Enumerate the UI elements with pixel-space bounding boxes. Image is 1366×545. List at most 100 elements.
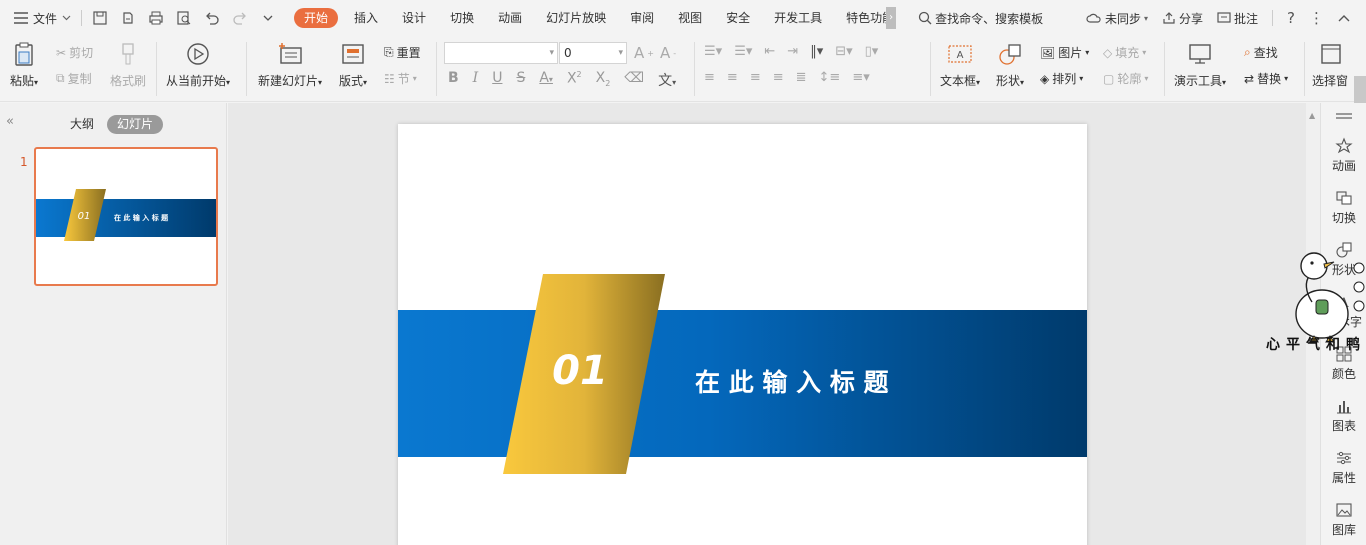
present-tools-button[interactable]: 演示工具▾ [1174, 36, 1226, 89]
file-menu[interactable]: 文件 [14, 10, 71, 27]
align-text-icon[interactable]: ⊟▾ [835, 44, 852, 59]
find-button[interactable]: ⌕ 查找 [1244, 44, 1278, 61]
reset-button[interactable]: ⎘ 重置 [384, 44, 421, 61]
export-pdf-icon[interactable] [120, 10, 136, 26]
tab-insert[interactable]: 插入 [342, 8, 390, 28]
layout-button[interactable]: 版式▾ [339, 36, 367, 89]
tabs-more-button[interactable]: › [886, 7, 897, 29]
play-icon [187, 43, 209, 65]
format-painter-button[interactable]: 格式刷 [110, 36, 146, 89]
arrange-button[interactable]: ◈ 排列 ▾ [1040, 70, 1083, 87]
justify-icon[interactable]: ≡ [773, 70, 784, 85]
sidepanel-chart[interactable]: 图表 [1321, 397, 1366, 434]
sidepanel-animation[interactable]: 动画 [1321, 137, 1366, 174]
save-icon[interactable] [92, 10, 108, 26]
increase-indent-icon[interactable]: ⇥ [787, 44, 798, 59]
slide-number-text[interactable]: 01 [552, 348, 608, 394]
slide-canvas[interactable]: 01 在 此 输 入 标 题 [228, 103, 1306, 545]
slide-title-text[interactable]: 在 此 输 入 标 题 [695, 368, 889, 397]
file-menu-label: 文件 [33, 11, 58, 26]
tab-developer[interactable]: 开发工具 [762, 8, 834, 28]
phonetic-icon[interactable]: 文▾ [658, 70, 676, 90]
tab-slideshow[interactable]: 幻灯片放映 [534, 8, 618, 28]
print-preview-icon[interactable] [176, 10, 192, 26]
scroll-up-icon[interactable]: ▲ [1309, 111, 1315, 120]
share-button[interactable]: 分享 [1162, 10, 1203, 27]
replace-button[interactable]: ⇄ 替换 ▾ [1244, 70, 1288, 87]
strikethrough-icon[interactable]: S [516, 70, 525, 90]
tab-view[interactable]: 视图 [666, 8, 714, 28]
picture-button[interactable]: 🖼 图片 ▾ [1040, 44, 1089, 61]
section-button[interactable]: ☷ 节 ▾ [384, 70, 417, 87]
textbox-button[interactable]: A 文本框▾ [940, 36, 980, 89]
eraser-icon[interactable]: ⌫ [624, 70, 644, 90]
copy-button[interactable]: ⧉ 复制 [56, 70, 92, 87]
subscript-icon[interactable]: X2 [596, 70, 611, 90]
help-icon[interactable]: ? [1287, 9, 1295, 27]
comment-label: 批注 [1234, 11, 1259, 26]
tab-outline[interactable]: 大纲 [60, 115, 104, 134]
play-from-current-button[interactable]: 从当前开始▾ [166, 36, 230, 89]
paste-button[interactable]: 粘贴▾ [10, 36, 38, 89]
font-name-select[interactable]: ▾ [444, 42, 558, 64]
text-direction-icon[interactable]: ‖▾ [810, 44, 823, 59]
font-size-select[interactable]: 0 ▾ [559, 42, 627, 64]
selection-pane-button[interactable]: 选择窗 [1312, 36, 1348, 89]
bold-icon[interactable]: B [448, 70, 459, 90]
tab-slides[interactable]: 幻灯片 [107, 115, 164, 134]
columns-icon[interactable]: ▯▾ [865, 44, 879, 59]
decrease-font-icon[interactable]: A- [660, 44, 676, 62]
cut-button[interactable]: ✂ 剪切 [56, 44, 93, 61]
italic-icon[interactable]: I [473, 70, 479, 90]
align-left-icon[interactable]: ≡ [704, 70, 715, 85]
slide-thumbnail-art: 01 在 此 输 入 标 题 [36, 189, 216, 241]
collapse-pane-icon[interactable]: « [6, 114, 14, 129]
slide[interactable]: 01 在 此 输 入 标 题 [398, 124, 1087, 545]
comment-button[interactable]: 批注 [1217, 10, 1258, 27]
align-center-icon[interactable]: ≡ [727, 70, 738, 85]
new-slide-button[interactable]: 新建幻灯片▾ [258, 36, 322, 89]
font-color-icon[interactable]: A▾ [539, 70, 553, 90]
bullet-list-icon[interactable]: ☰▾ [704, 44, 722, 59]
customize-quick-access-icon[interactable] [260, 10, 276, 26]
chart-icon [1337, 401, 1351, 414]
more-icon[interactable]: ⋮ [1309, 9, 1324, 27]
tab-review[interactable]: 审阅 [618, 8, 666, 28]
tab-home[interactable]: 开始 [294, 8, 339, 28]
align-right-icon[interactable]: ≡ [750, 70, 761, 85]
redo-icon[interactable] [232, 10, 248, 26]
outline-icon: ▢ [1103, 71, 1115, 86]
undo-icon[interactable] [204, 10, 220, 26]
chevron-down-icon: ▾ [1143, 13, 1148, 23]
search-command[interactable]: 查找命令、搜索模板 [918, 10, 1043, 27]
sidepanel-transition[interactable]: 切换 [1321, 189, 1366, 226]
shape-label: 形状 [996, 74, 1021, 88]
sidepanel-gallery[interactable]: 图库 [1321, 501, 1366, 538]
pane-menu-icon[interactable] [1336, 113, 1352, 115]
tab-features[interactable]: 特色功能 [834, 8, 892, 28]
underline-icon[interactable]: U [492, 70, 502, 90]
tab-design[interactable]: 设计 [390, 8, 438, 28]
present-tools-label: 演示工具 [1174, 74, 1223, 88]
tab-security[interactable]: 安全 [714, 8, 762, 28]
paragraph-spacing-icon[interactable]: ≡▾ [852, 70, 869, 85]
decrease-indent-icon[interactable]: ⇤ [764, 44, 775, 59]
cut-label: 剪切 [69, 46, 94, 60]
copy-icon: ⧉ [56, 71, 65, 85]
layout-icon [342, 44, 364, 64]
sidepanel-properties[interactable]: 属性 [1321, 449, 1366, 486]
outline-button[interactable]: ▢ 轮廓 ▾ [1103, 70, 1148, 87]
increase-font-icon[interactable]: A + [634, 44, 654, 62]
superscript-icon[interactable]: X2 [567, 70, 582, 90]
line-spacing-icon[interactable]: ↕≡ [819, 70, 841, 85]
numbered-list-icon[interactable]: ☰▾ [734, 44, 752, 59]
slide-thumbnail[interactable]: 01 在 此 输 入 标 题 [34, 147, 218, 286]
print-icon[interactable] [148, 10, 164, 26]
tab-animation[interactable]: 动画 [486, 8, 534, 28]
tab-transition[interactable]: 切换 [438, 8, 486, 28]
collapse-ribbon-icon[interactable] [1338, 14, 1350, 22]
shape-button[interactable]: 形状▾ [996, 36, 1024, 89]
sync-status[interactable]: 未同步 ▾ [1086, 10, 1148, 27]
fill-button[interactable]: ◇ 填充 ▾ [1103, 44, 1146, 61]
distribute-icon[interactable]: ≣ [796, 70, 807, 85]
